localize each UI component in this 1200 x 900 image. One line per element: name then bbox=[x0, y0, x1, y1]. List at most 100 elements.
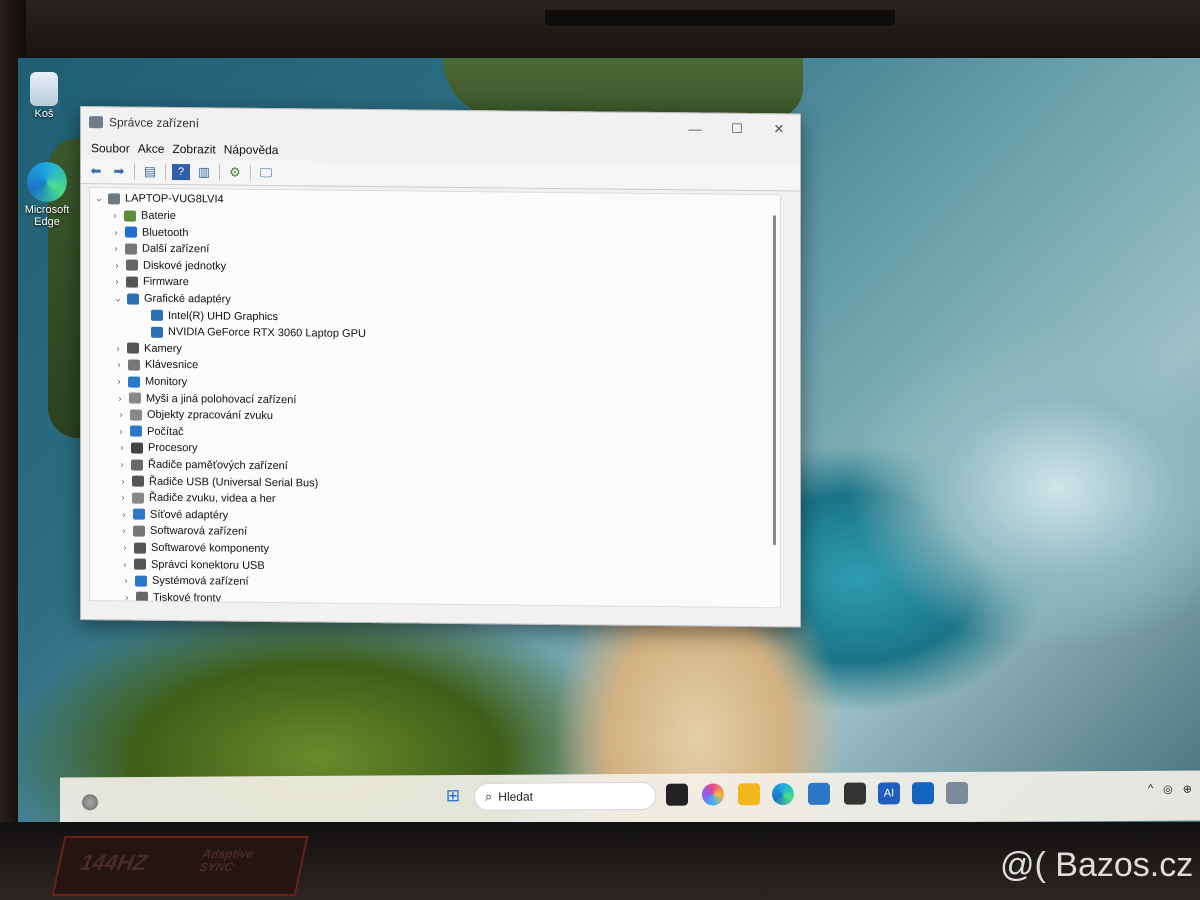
taskbar: ⊞ ⌕ Hledat AI ^ ◎ ⊕ bbox=[60, 770, 1200, 828]
tree-node[interactable]: › Řadiče zvuku, videa a her bbox=[118, 490, 276, 508]
chevron-up-icon[interactable]: ^ bbox=[1148, 783, 1153, 796]
tree-child-node[interactable]: NVIDIA GeForce RTX 3060 Laptop GPU bbox=[151, 324, 366, 342]
expand-icon[interactable]: › bbox=[114, 373, 124, 389]
menu-soubor[interactable]: Soubor bbox=[91, 141, 130, 155]
tree-node[interactable]: › Baterie bbox=[110, 207, 176, 224]
expand-icon[interactable]: › bbox=[120, 539, 130, 555]
monitor-icon[interactable]: 🖵 bbox=[257, 165, 275, 181]
mouse-icon bbox=[129, 392, 141, 404]
tree-node[interactable]: › Objekty zpracování zvuku bbox=[116, 407, 273, 425]
bluetooth-icon bbox=[125, 226, 137, 238]
expand-icon[interactable]: › bbox=[122, 589, 132, 605]
expand-icon[interactable]: › bbox=[112, 257, 122, 273]
tree-node[interactable]: › Řadiče paměťových zařízení bbox=[117, 456, 288, 474]
app-icon[interactable] bbox=[844, 782, 866, 805]
expand-icon[interactable]: › bbox=[111, 241, 121, 257]
menu-napoveda[interactable]: Nápověda bbox=[224, 143, 279, 158]
tree-node[interactable]: › Diskové jednotky bbox=[112, 257, 227, 274]
tree-node[interactable]: › Systémová zařízení bbox=[121, 573, 249, 590]
start-icon[interactable]: ⊞ bbox=[442, 785, 464, 807]
expand-icon[interactable]: › bbox=[113, 340, 123, 356]
tree-node[interactable]: › Klávesnice bbox=[114, 357, 199, 374]
tree-node-label: Další zařízení bbox=[142, 242, 210, 256]
search-placeholder: Hledat bbox=[498, 789, 533, 804]
close-button[interactable]: ✕ bbox=[758, 121, 800, 137]
copilot-icon[interactable] bbox=[702, 783, 724, 806]
tree-node[interactable]: › Řadiče USB (Universal Serial Bus) bbox=[118, 473, 319, 491]
battery-icon bbox=[124, 209, 136, 222]
taskbar-search[interactable]: ⌕ Hledat bbox=[474, 781, 656, 811]
scan-hardware-icon[interactable]: ⚙ bbox=[226, 165, 244, 181]
expand-icon[interactable]: › bbox=[122, 606, 132, 609]
tree-node-label: Diskové jednotky bbox=[143, 259, 227, 273]
expand-icon[interactable]: › bbox=[110, 207, 120, 223]
sticker-sync: Adaptive SYNC bbox=[198, 847, 255, 874]
desktop-icon-edge[interactable]: Microsoft Edge bbox=[18, 162, 76, 228]
expand-icon[interactable]: › bbox=[117, 456, 127, 472]
view-icon[interactable]: ▥ bbox=[195, 164, 213, 180]
processor-icon bbox=[131, 442, 143, 454]
network-icon[interactable]: ◎ bbox=[1163, 783, 1173, 796]
widgets-icon[interactable] bbox=[82, 794, 98, 811]
display-adapter-icon bbox=[151, 326, 163, 338]
minimize-button[interactable]: — bbox=[674, 121, 716, 136]
tree-node[interactable]: › Firmware bbox=[112, 274, 189, 291]
tree-node[interactable]: › Softwarové komponenty bbox=[120, 539, 270, 557]
expand-icon[interactable]: › bbox=[118, 473, 128, 489]
tree-node[interactable]: › Síťové adaptéry bbox=[119, 506, 229, 523]
tree-node[interactable]: › Procesory bbox=[117, 440, 198, 457]
edge-icon[interactable] bbox=[772, 782, 794, 806]
desktop-icon-recycle-bin[interactable]: Koš bbox=[22, 72, 66, 120]
device-manager-icon[interactable] bbox=[946, 781, 968, 805]
tree-node[interactable]: › Bluetooth bbox=[111, 224, 189, 241]
expand-icon[interactable]: › bbox=[121, 573, 131, 589]
tree-node-label: Baterie bbox=[141, 209, 176, 223]
recycle-bin-icon bbox=[30, 72, 58, 106]
system-device-icon bbox=[135, 575, 147, 587]
collapse-icon[interactable]: ⌄ bbox=[113, 290, 123, 306]
expand-icon[interactable]: › bbox=[119, 506, 129, 522]
sticker-line1: Adaptive bbox=[201, 847, 255, 861]
vertical-scrollbar[interactable] bbox=[773, 215, 776, 546]
tree-node[interactable]: › Zabezpečovací zařízení bbox=[122, 606, 270, 609]
menu-akce[interactable]: Akce bbox=[138, 142, 165, 156]
expand-icon[interactable]: › bbox=[118, 490, 128, 506]
back-arrow-icon[interactable]: ⬅ bbox=[87, 163, 105, 179]
expand-icon[interactable]: › bbox=[111, 224, 121, 240]
task-view-icon[interactable] bbox=[666, 783, 688, 806]
file-explorer-icon[interactable] bbox=[738, 783, 760, 806]
tree-node[interactable]: › Počítač bbox=[116, 423, 184, 440]
toolbar-separator bbox=[250, 164, 251, 181]
expand-icon[interactable]: › bbox=[116, 407, 126, 423]
tree-node[interactable]: › Další zařízení bbox=[111, 241, 210, 258]
tree-node[interactable]: ⌄ Grafické adaptéry bbox=[113, 290, 231, 307]
device-tree[interactable]: ⌄ LAPTOP-VUG8LVI4 › Baterie › Bluetooth › Dal… bbox=[89, 187, 781, 609]
tree-node-label: Řadiče zvuku, videa a her bbox=[149, 491, 276, 506]
tree-root[interactable]: ⌄ LAPTOP-VUG8LVI4 bbox=[94, 190, 223, 207]
expand-icon[interactable]: › bbox=[117, 440, 127, 456]
tree-node[interactable]: › Monitory bbox=[114, 373, 188, 390]
azure-icon[interactable]: AI bbox=[878, 782, 900, 805]
expand-icon[interactable]: › bbox=[114, 357, 124, 373]
expand-icon[interactable]: › bbox=[112, 274, 122, 290]
store-icon[interactable] bbox=[808, 782, 830, 805]
help-icon[interactable]: ? bbox=[172, 163, 190, 181]
expand-icon[interactable]: › bbox=[119, 523, 129, 539]
tree-node[interactable]: › Myši a jiná polohovací zařízení bbox=[115, 390, 297, 408]
maximize-button[interactable]: ☐ bbox=[716, 121, 758, 137]
properties-icon[interactable]: ▤ bbox=[141, 164, 159, 180]
expand-icon[interactable]: › bbox=[115, 390, 125, 406]
tree-node[interactable]: › Kamery bbox=[113, 340, 182, 357]
globe-icon[interactable]: ⊕ bbox=[1183, 783, 1192, 796]
tree-node[interactable]: › Softwarová zařízení bbox=[119, 523, 248, 540]
forward-arrow-icon[interactable]: ➡ bbox=[110, 163, 128, 179]
tree-node[interactable]: › Tiskové fronty bbox=[122, 589, 222, 606]
expand-icon[interactable]: › bbox=[116, 423, 126, 439]
tree-child-node[interactable]: Intel(R) UHD Graphics bbox=[151, 307, 278, 324]
outlook-icon[interactable] bbox=[912, 782, 934, 805]
expand-icon[interactable]: › bbox=[120, 556, 130, 572]
menu-zobrazit[interactable]: Zobrazit bbox=[172, 142, 215, 156]
tree-node[interactable]: › Správci konektoru USB bbox=[120, 556, 265, 574]
collapse-icon[interactable]: ⌄ bbox=[94, 190, 104, 206]
tree-child-label: Intel(R) UHD Graphics bbox=[168, 309, 279, 323]
